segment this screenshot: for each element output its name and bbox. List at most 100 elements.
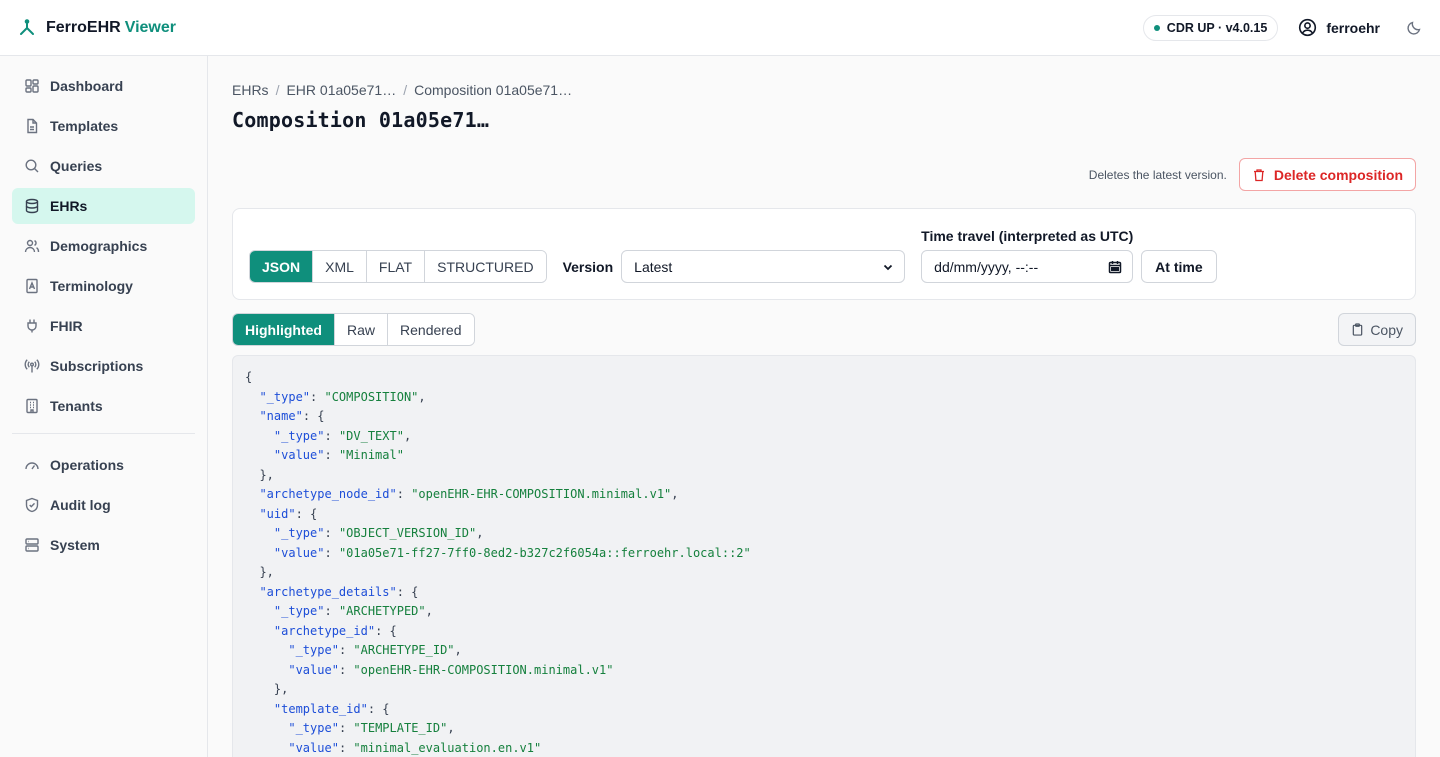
json-string: "openEHR-EHR-COMPOSITION.minimal.v1" — [411, 487, 672, 501]
sidebar-item-system[interactable]: System — [12, 527, 195, 563]
json-punct: : — [338, 721, 354, 735]
sidebar-item-label: Demographics — [50, 238, 148, 254]
json-punct: }, — [245, 467, 274, 482]
json-punct — [245, 507, 259, 521]
app-name: FerroEHR — [46, 18, 121, 36]
sidebar-item-label: Templates — [50, 118, 119, 134]
format-flat-button[interactable]: FLAT — [366, 251, 426, 282]
code-line: "template_id": { — [245, 700, 1403, 720]
sidebar-item-ehrs[interactable]: EHRs — [12, 188, 195, 224]
json-string: "minimal_evaluation.en.v1" — [353, 740, 542, 755]
calendar-icon[interactable] — [1108, 260, 1122, 274]
json-key: "_type" — [288, 721, 339, 735]
json-punct — [245, 741, 288, 755]
sidebar-item-label: Subscriptions — [50, 358, 144, 374]
breadcrumb-link-ehrs[interactable]: EHRs — [232, 82, 269, 98]
json-key: "_type" — [273, 604, 325, 618]
view-rendered-button[interactable]: Rendered — [388, 314, 474, 345]
json-punct: , — [476, 526, 484, 540]
sidebar-item-dashboard[interactable]: Dashboard — [12, 68, 195, 104]
copy-label: Copy — [1370, 321, 1403, 338]
json-string: "COMPOSITION" — [324, 389, 419, 404]
json-punct — [245, 448, 274, 462]
sidebar-item-label: Tenants — [50, 398, 103, 414]
json-punct: : { — [295, 506, 318, 521]
sidebar-item-terminology[interactable]: Terminology — [12, 268, 195, 304]
json-key: "_type" — [273, 526, 325, 540]
json-key: "uid" — [259, 506, 296, 521]
json-punct: : { — [396, 584, 419, 599]
sidebar-item-label: Audit log — [50, 497, 111, 513]
search-icon — [25, 159, 39, 173]
user-circle-icon — [1299, 18, 1317, 37]
sidebar-item-label: Dashboard — [50, 78, 124, 94]
code-line: "name": { — [245, 407, 1403, 427]
json-punct — [245, 409, 259, 423]
at-time-button[interactable]: At time — [1141, 250, 1217, 283]
json-punct — [245, 663, 288, 677]
sidebar-item-queries[interactable]: Queries — [12, 148, 195, 184]
sidebar-item-tenants[interactable]: Tenants — [12, 388, 195, 424]
json-punct — [245, 526, 274, 540]
json-string: "01a05e71-ff27-7ff0-8ed2-b327c2f6054a::f… — [338, 545, 751, 560]
json-punct: : — [396, 487, 412, 501]
json-key: "value" — [273, 545, 325, 560]
sidebar-item-label: FHIR — [50, 318, 83, 334]
page-title: Composition 01a05e71… — [232, 108, 490, 132]
top-bar: FerroEHR Viewer CDR UP · v4.0.15 ferroeh… — [0, 0, 1440, 56]
main-content: EHRs / EHR 01a05e71… / Composition 01a05… — [208, 56, 1440, 757]
json-key: "_type" — [259, 389, 311, 404]
json-code-viewer[interactable]: { "_type": "COMPOSITION", "name": { "_ty… — [232, 355, 1416, 757]
code-line: "_type": "ARCHETYPE_ID", — [245, 641, 1403, 661]
server-status-badge: CDR UP · v4.0.15 — [1142, 14, 1279, 41]
delete-row: Deletes the latest version. Delete compo… — [232, 158, 1416, 191]
time-travel-input[interactable]: dd/mm/yyyy, --:-- — [921, 250, 1134, 283]
breadcrumb: EHRs / EHR 01a05e71… / Composition 01a05… — [232, 80, 1416, 100]
format-xml-button[interactable]: XML — [313, 251, 367, 282]
breadcrumb-link-ehr[interactable]: EHR 01a05e71… — [286, 82, 396, 98]
json-punct — [245, 546, 274, 560]
json-punct: , — [447, 721, 455, 735]
json-punct — [245, 643, 288, 657]
code-line: "archetype_node_id": "openEHR-EHR-COMPOS… — [245, 485, 1403, 505]
json-key: "archetype_id" — [273, 623, 376, 638]
format-selector: JSON XML FLAT STRUCTURED — [249, 250, 547, 283]
plug-icon — [27, 319, 37, 333]
user-menu[interactable]: ferroehr — [1298, 18, 1380, 37]
json-punct: : — [338, 662, 354, 677]
json-punct — [245, 585, 259, 599]
code-line: "_type": "DV_TEXT", — [245, 427, 1403, 447]
code-line: "value": "minimal_evaluation.en.v1" — [245, 739, 1403, 757]
json-punct — [245, 624, 274, 638]
version-selected-value: Latest — [634, 258, 673, 275]
delete-hint: Deletes the latest version. — [1088, 167, 1227, 182]
json-string: "openEHR-EHR-COMPOSITION.minimal.v1" — [353, 662, 614, 677]
copy-button[interactable]: Copy — [1338, 313, 1416, 346]
json-key: "_type" — [273, 428, 325, 443]
code-line: "_type": "ARCHETYPED", — [245, 602, 1403, 622]
sidebar-item-demographics[interactable]: Demographics — [12, 228, 195, 264]
sidebar-item-operations[interactable]: Operations — [12, 447, 195, 483]
theme-toggle-button[interactable] — [1406, 20, 1422, 36]
delete-composition-label: Delete composition — [1273, 166, 1403, 183]
view-raw-button[interactable]: Raw — [335, 314, 389, 345]
sidebar-item-templates[interactable]: Templates — [12, 108, 195, 144]
format-json-button[interactable]: JSON — [250, 251, 314, 282]
sidebar-item-fhir[interactable]: FHIR — [12, 308, 195, 344]
controls-card: JSON XML FLAT STRUCTURED Version Latest … — [232, 208, 1416, 300]
delete-composition-button[interactable]: Delete composition — [1238, 158, 1416, 191]
version-select[interactable]: Latest — [621, 250, 906, 283]
file-icon — [27, 118, 38, 134]
format-structured-button[interactable]: STRUCTURED — [425, 251, 546, 282]
json-punct: : — [324, 448, 339, 462]
moon-icon — [1407, 21, 1421, 35]
code-line: }, — [245, 563, 1403, 583]
sidebar-item-label: System — [50, 537, 100, 553]
sidebar-item-audit-log[interactable]: Audit log — [12, 487, 195, 523]
json-punct — [245, 721, 288, 735]
breadcrumb-separator: / — [275, 82, 280, 98]
app-logo[interactable]: FerroEHR Viewer — [18, 19, 176, 37]
view-highlighted-button[interactable]: Highlighted — [233, 314, 335, 345]
sidebar-item-subscriptions[interactable]: Subscriptions — [12, 348, 195, 384]
json-punct: : { — [302, 409, 325, 423]
